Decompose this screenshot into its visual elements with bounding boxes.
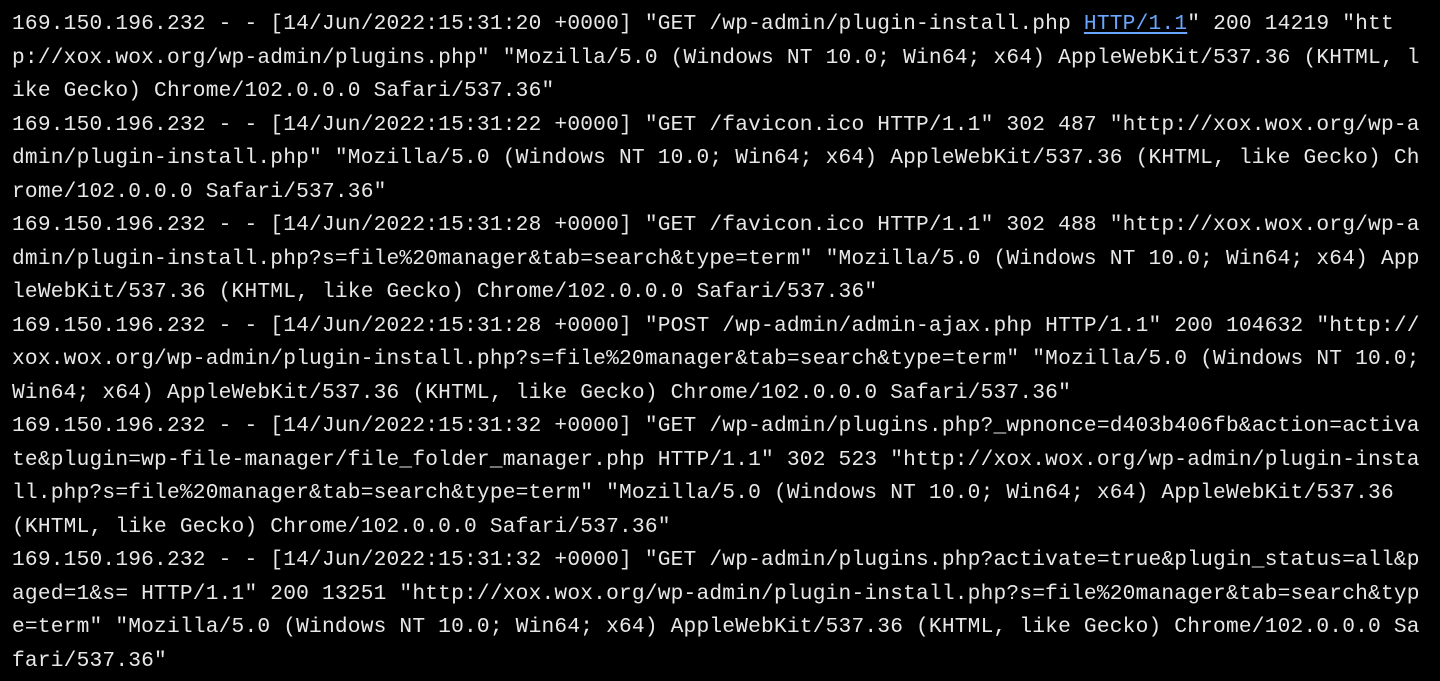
log-line: 169.150.196.232 - - [14/Jun/2022:15:31:2… [12, 314, 1433, 405]
log-output[interactable]: 169.150.196.232 - - [14/Jun/2022:15:31:2… [0, 0, 1440, 681]
log-line: 169.150.196.232 - - [14/Jun/2022:15:31:2… [12, 113, 1420, 204]
log-text: 169.150.196.232 - - [14/Jun/2022:15:31:2… [12, 213, 1420, 304]
log-line: 169.150.196.232 - - [14/Jun/2022:15:31:2… [12, 213, 1420, 304]
log-line: 169.150.196.232 - - [14/Jun/2022:15:31:2… [12, 12, 1420, 103]
log-text: 169.150.196.232 - - [14/Jun/2022:15:31:2… [12, 314, 1433, 405]
log-line: 169.150.196.232 - - [14/Jun/2022:15:31:3… [12, 414, 1420, 539]
log-text: 169.150.196.232 - - [14/Jun/2022:15:31:3… [12, 548, 1420, 673]
highlight-protocol: HTTP/1.1 [1084, 12, 1187, 36]
log-text: 169.150.196.232 - - [14/Jun/2022:15:31:2… [12, 113, 1420, 204]
log-text: 169.150.196.232 - - [14/Jun/2022:15:31:2… [12, 12, 1084, 36]
log-line: 169.150.196.232 - - [14/Jun/2022:15:31:3… [12, 548, 1420, 673]
log-text: 169.150.196.232 - - [14/Jun/2022:15:31:3… [12, 414, 1420, 539]
